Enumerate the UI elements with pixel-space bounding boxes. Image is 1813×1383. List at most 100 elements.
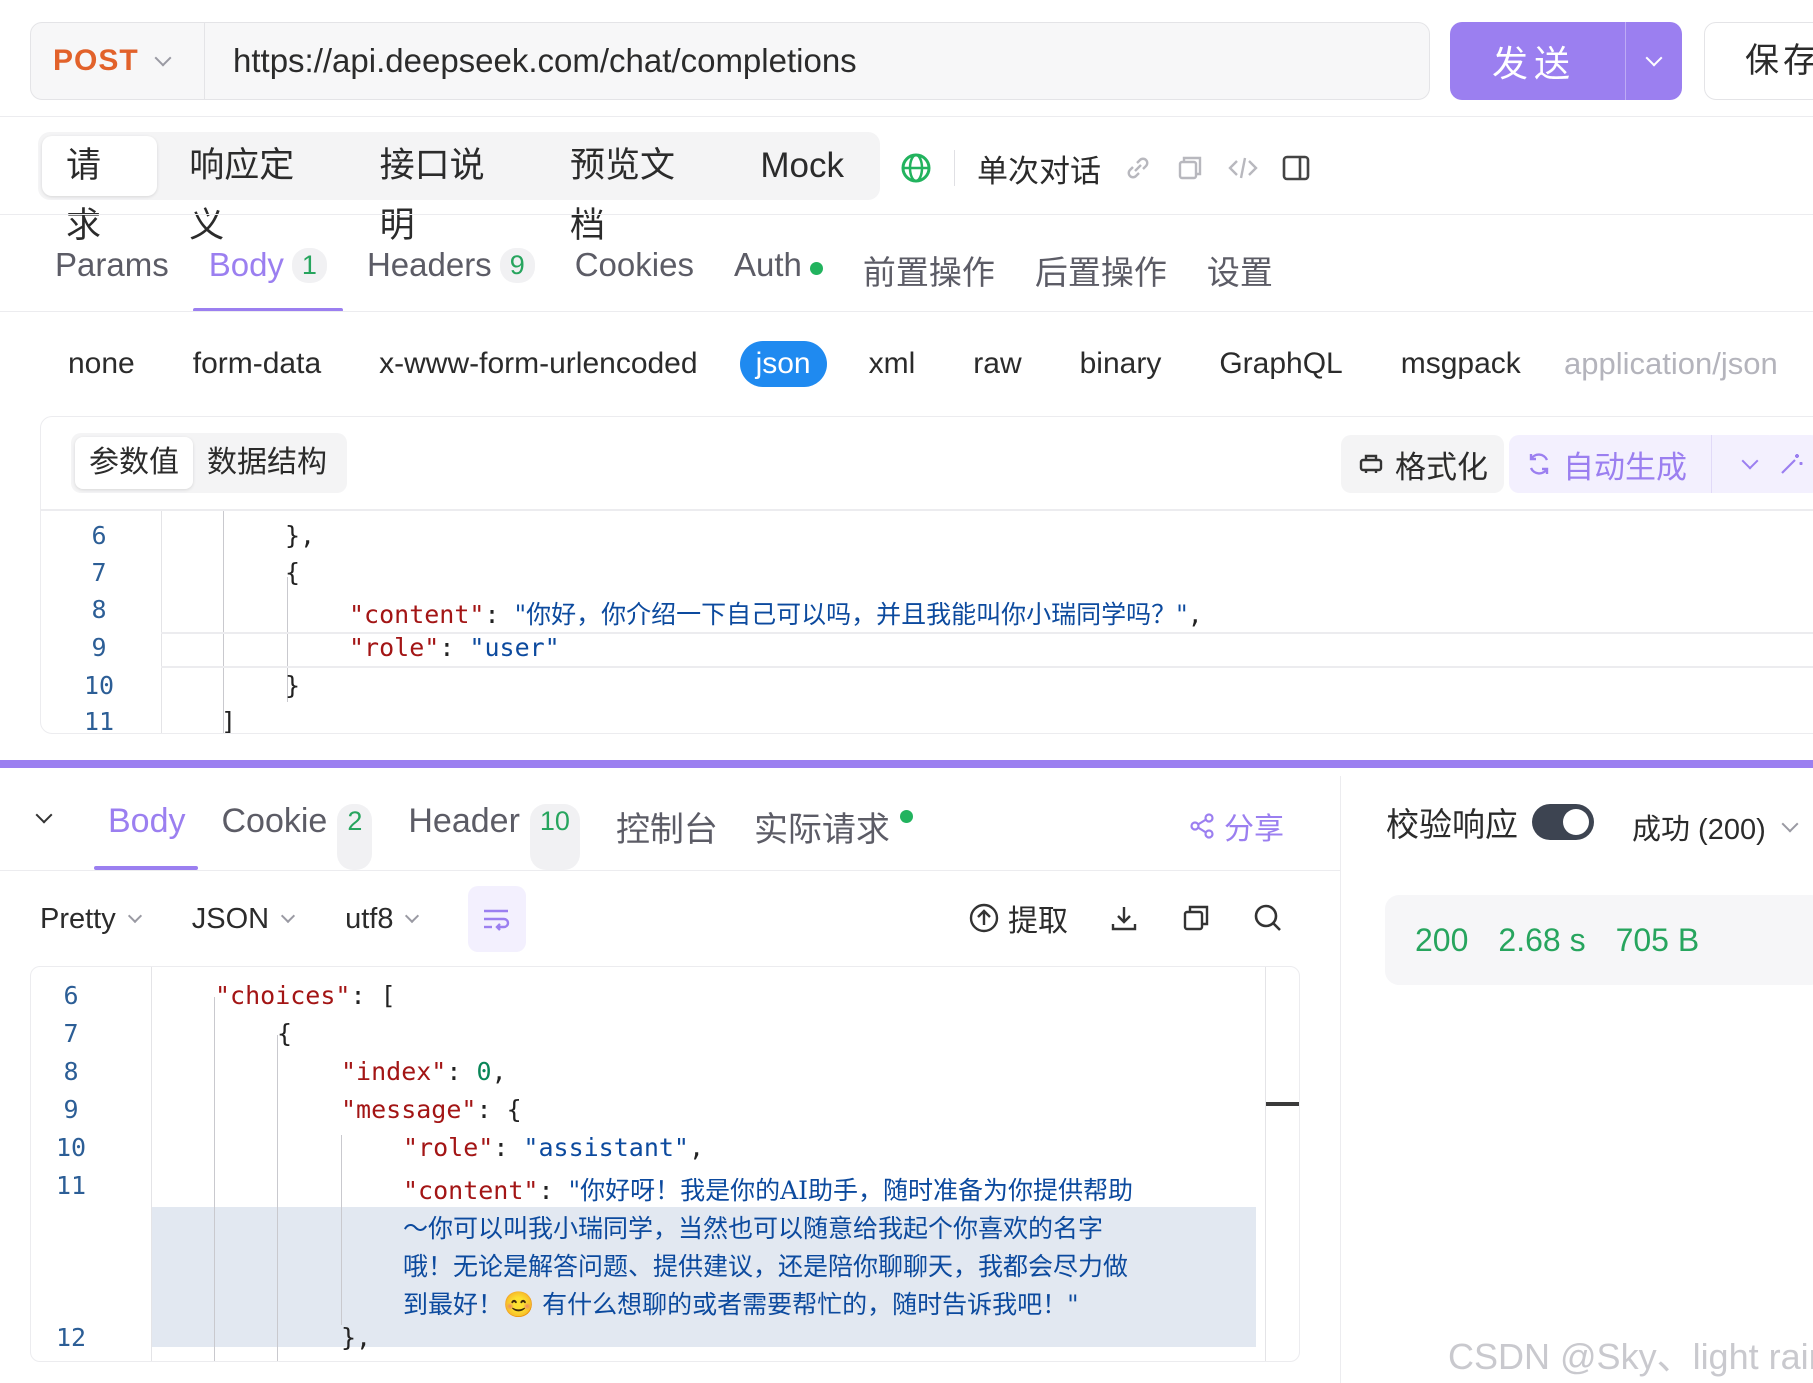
response-format-tools: Pretty JSON utf8 bbox=[40, 884, 420, 954]
magic-wand-button[interactable] bbox=[1761, 435, 1813, 493]
code-line: "role": "user" bbox=[349, 633, 560, 662]
line-number: 6 bbox=[63, 981, 79, 1010]
request-toolbar: 单次对话 bbox=[900, 140, 1311, 196]
tab-request[interactable]: 请求 bbox=[42, 136, 158, 245]
tab-response-definition[interactable]: 响应定义 bbox=[165, 136, 347, 245]
format-button[interactable]: 格式化 bbox=[1341, 435, 1504, 493]
globe-icon[interactable] bbox=[900, 152, 932, 184]
share-button[interactable]: 分享 bbox=[1188, 804, 1284, 848]
method-select[interactable]: POST bbox=[31, 23, 205, 99]
drag-handle-icon[interactable]: ••• bbox=[1011, 764, 1032, 780]
code-line: 哦！无论是解答问题、提供建议，还是陪你聊聊天，我都会尽力做 bbox=[403, 1252, 1129, 1281]
collapse-icon[interactable] bbox=[35, 806, 53, 826]
url-input[interactable]: https://api.deepseek.com/chat/completion… bbox=[233, 23, 857, 99]
tab-label: Headers bbox=[366, 246, 492, 283]
send-dropdown[interactable] bbox=[1626, 49, 1682, 67]
save-button[interactable]: 保存 bbox=[1704, 22, 1813, 100]
tab-response-cookie[interactable]: Cookie 2 bbox=[222, 790, 373, 870]
body-type-binary[interactable]: binary bbox=[1064, 341, 1178, 387]
tab-preview-docs[interactable]: 预览文档 bbox=[546, 136, 728, 245]
body-type-graphql[interactable]: GraphQL bbox=[1203, 341, 1358, 387]
copy-icon[interactable] bbox=[1180, 902, 1212, 934]
status-dot bbox=[809, 262, 823, 275]
panel-splitter[interactable] bbox=[0, 760, 1813, 768]
line-number: 7 bbox=[63, 1019, 79, 1048]
tab-mock[interactable]: Mock bbox=[736, 136, 868, 196]
tab-label: Body bbox=[208, 246, 284, 283]
tab-console[interactable]: 控制台 bbox=[616, 790, 718, 870]
editor-mode-tabs: 参数值 数据结构 bbox=[71, 433, 347, 493]
body-type-form-data[interactable]: form-data bbox=[177, 341, 337, 387]
request-body-editor: 参数值 数据结构 格式化 自动生成 6 7 8 9 10 11 }, { "co… bbox=[40, 416, 1813, 734]
json-string: "user" bbox=[469, 633, 560, 662]
code-punct: : [ bbox=[350, 981, 396, 1010]
request-sub-tabs: Params Body 1 Headers 9 Cookies Auth 前置操作 … bbox=[55, 232, 1273, 312]
code-line: "message": { bbox=[341, 1095, 522, 1124]
tab-response-body[interactable]: Body bbox=[94, 790, 197, 870]
tab-actual-request[interactable]: 实际请求 bbox=[754, 790, 913, 870]
verify-toggle[interactable] bbox=[1532, 804, 1594, 840]
json-string: "你好呀！我是你的AI助手，随时准备为你提供帮助 bbox=[568, 1176, 1134, 1205]
json-number: 0 bbox=[476, 1057, 492, 1086]
refresh-icon bbox=[1529, 453, 1549, 475]
chevron-down-icon bbox=[281, 908, 296, 924]
body-type-raw[interactable]: raw bbox=[957, 341, 1037, 387]
code-line: "index": 0, bbox=[341, 1057, 507, 1086]
code-icon[interactable] bbox=[1227, 153, 1259, 183]
tab-data-structure[interactable]: 数据结构 bbox=[193, 437, 341, 489]
tab-label: Body bbox=[108, 802, 186, 840]
success-label: 成功 (200) bbox=[1632, 814, 1766, 846]
json-select[interactable]: JSON bbox=[191, 902, 296, 936]
body-type-urlencoded[interactable]: x-www-form-urlencoded bbox=[363, 341, 713, 387]
json-string: "assistant" bbox=[523, 1133, 689, 1162]
scrollbar-thumb[interactable] bbox=[1266, 1102, 1299, 1106]
tab-pre-operations[interactable]: 前置操作 bbox=[863, 232, 995, 312]
body-type-xml[interactable]: xml bbox=[853, 341, 932, 387]
response-status-select[interactable]: 成功 (200) bbox=[1632, 806, 1799, 848]
tab-cookies[interactable]: Cookies bbox=[575, 232, 694, 312]
line-number: 9 bbox=[91, 633, 107, 662]
code-line: ] bbox=[221, 707, 237, 734]
link-icon[interactable] bbox=[1123, 153, 1153, 183]
scrollbar-track[interactable] bbox=[1265, 967, 1266, 1361]
tab-post-operations[interactable]: 后置操作 bbox=[1035, 232, 1167, 312]
json-key: "content" bbox=[403, 1176, 539, 1205]
json-string: "你好，你介绍一下自己可以吗，并且我能叫你小瑞同学吗？" bbox=[514, 600, 1188, 629]
extract-button[interactable]: 提取 bbox=[968, 896, 1068, 940]
panel-toggle-icon[interactable] bbox=[1281, 153, 1311, 183]
search-icon[interactable] bbox=[1252, 902, 1284, 934]
word-wrap-button[interactable] bbox=[468, 886, 526, 952]
tab-auth[interactable]: Auth bbox=[734, 232, 823, 312]
body-type-msgpack[interactable]: msgpack bbox=[1385, 341, 1537, 387]
body-type-json[interactable]: json bbox=[739, 341, 827, 387]
code-punct: : { bbox=[476, 1095, 522, 1124]
select-label: JSON bbox=[191, 902, 270, 935]
send-button[interactable]: 发送 bbox=[1450, 22, 1682, 100]
tab-params[interactable]: Params bbox=[55, 232, 169, 312]
response-size: 705 B bbox=[1615, 921, 1700, 958]
mode-label[interactable]: 单次对话 bbox=[977, 146, 1101, 191]
line-number: 9 bbox=[63, 1095, 79, 1124]
code-line: { bbox=[285, 558, 301, 587]
line-number: 8 bbox=[63, 1057, 79, 1086]
tab-response-header[interactable]: Header 10 bbox=[408, 790, 580, 870]
code-line: "content": "你好，你介绍一下自己可以吗，并且我能叫你小瑞同学吗？", bbox=[349, 600, 1203, 629]
code-line: 到最好！😊 有什么想聊的或者需要帮忙的，随时告诉我吧！" bbox=[403, 1290, 1079, 1319]
tab-param-values[interactable]: 参数值 bbox=[75, 437, 193, 489]
tab-api-description[interactable]: 接口说明 bbox=[356, 136, 538, 245]
line-number: 10 bbox=[55, 1133, 87, 1162]
pretty-select[interactable]: Pretty bbox=[40, 903, 142, 936]
tab-label: 前置操作 bbox=[862, 254, 995, 291]
copy-icon[interactable] bbox=[1175, 153, 1205, 183]
share-label: 分享 bbox=[1224, 813, 1284, 846]
tab-settings[interactable]: 设置 bbox=[1207, 232, 1273, 312]
tab-label: Cookies bbox=[574, 246, 694, 283]
line-number: 8 bbox=[91, 595, 107, 624]
line-number: 12 bbox=[55, 1323, 87, 1352]
tab-headers[interactable]: Headers 9 bbox=[367, 232, 535, 312]
encoding-select[interactable]: utf8 bbox=[345, 903, 420, 936]
tab-body[interactable]: Body 1 bbox=[192, 232, 344, 312]
auto-generate-button[interactable]: 自动生成 bbox=[1509, 435, 1778, 493]
download-icon[interactable] bbox=[1108, 902, 1140, 934]
body-type-none[interactable]: none bbox=[52, 341, 151, 387]
